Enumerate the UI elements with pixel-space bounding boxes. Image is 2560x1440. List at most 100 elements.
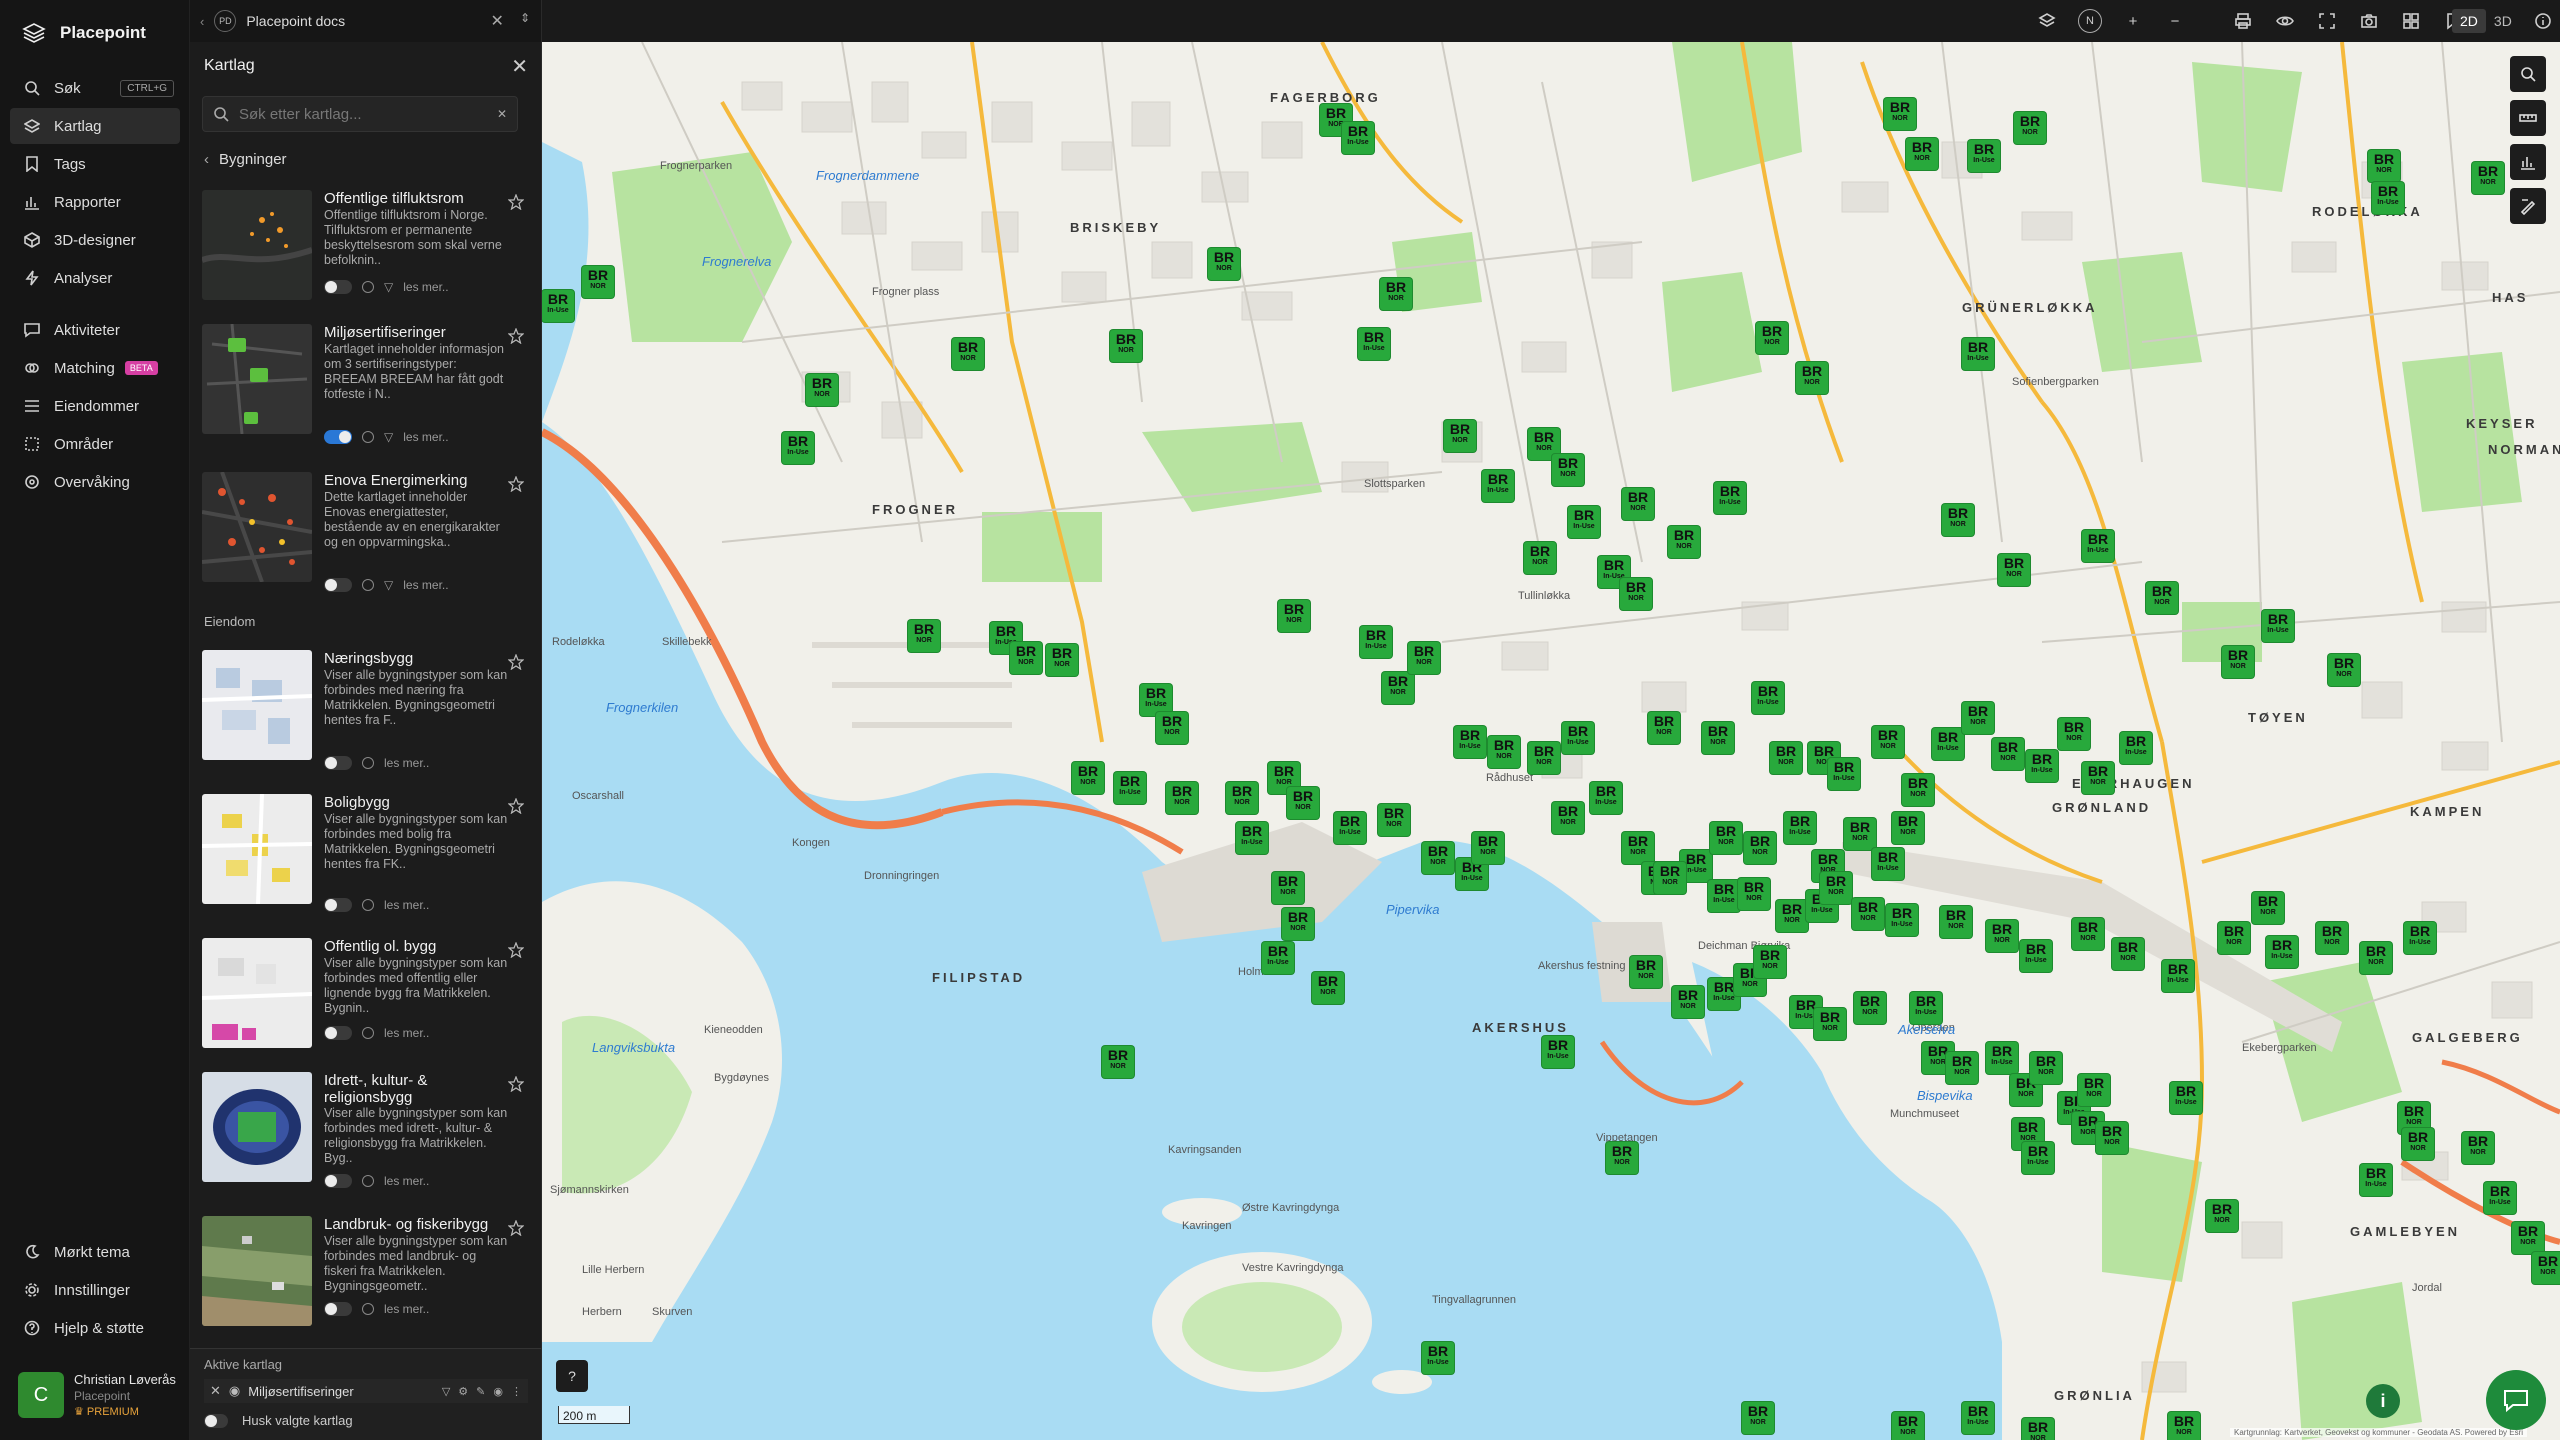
certification-marker[interactable]: BRNOR [1488, 736, 1520, 768]
certification-marker[interactable]: BRIn-Use [2484, 1182, 2516, 1214]
certification-marker[interactable]: BRIn-Use [2162, 960, 2194, 992]
certification-marker[interactable]: BRNOR [1378, 804, 1410, 836]
back-chevron-icon[interactable]: ‹ [204, 151, 209, 168]
visibility-icon[interactable]: ◉ [493, 1385, 503, 1398]
certification-marker[interactable]: BRNOR [582, 266, 614, 298]
certification-marker[interactable]: BRNOR [1992, 738, 2024, 770]
certification-marker[interactable]: BRIn-Use [1986, 1042, 2018, 1074]
certification-marker[interactable]: BRNOR [1986, 920, 2018, 952]
chart-tool-button[interactable] [2510, 144, 2546, 180]
read-more-link[interactable]: les mer.. [403, 280, 448, 294]
certification-marker[interactable]: BRIn-Use [782, 432, 814, 464]
nav-item-tags[interactable]: Tags [10, 146, 180, 182]
certification-marker[interactable]: BRNOR [1738, 878, 1770, 910]
certification-marker[interactable]: BRNOR [1892, 812, 1924, 844]
brand[interactable]: Placepoint [22, 20, 146, 46]
layer-card[interactable]: Miljøsertifiseringer Kartlaget inneholder… [202, 324, 528, 444]
certification-marker[interactable]: BRNOR [2058, 718, 2090, 750]
remember-layers[interactable]: Husk valgte kartlag [204, 1413, 353, 1428]
nav-item-hjelp-støtte[interactable]: Hjelp & støtte [10, 1310, 180, 1346]
certification-marker[interactable]: BRNOR [2022, 1418, 2054, 1440]
certification-marker[interactable]: BRIn-Use [2170, 1082, 2202, 1114]
certification-marker[interactable]: BRNOR [1272, 872, 1304, 904]
certification-marker[interactable]: BRNOR [1102, 1046, 1134, 1078]
close-doc-icon[interactable]: ✕ [491, 11, 504, 31]
nav-item-3d-designer[interactable]: 3D-designer [10, 222, 180, 258]
certification-marker[interactable]: BRIn-Use [2360, 1164, 2392, 1196]
layer-card[interactable]: Idrett-, kultur- & religionsbygg Viser al… [202, 1072, 528, 1192]
certification-marker[interactable]: BRNOR [1702, 722, 1734, 754]
certification-marker[interactable]: BRNOR [1208, 248, 1240, 280]
certification-marker[interactable]: BRNOR [2112, 938, 2144, 970]
nav-item-søk[interactable]: Søk CTRL+G [10, 70, 180, 106]
favorite-star-icon[interactable] [508, 194, 524, 210]
view-3d-button[interactable]: 3D [2486, 9, 2520, 33]
certification-marker[interactable]: BRNOR [2532, 1252, 2560, 1284]
certification-marker[interactable]: BRNOR [1744, 832, 1776, 864]
certification-marker[interactable]: BRNOR [1312, 972, 1344, 1004]
certification-marker[interactable]: BRNOR [1852, 898, 1884, 930]
layer-card[interactable]: Næringsbygg Viser alle bygningstyper som … [202, 650, 528, 770]
certification-marker[interactable]: BRNOR [1906, 138, 1938, 170]
certification-marker[interactable]: BRNOR [2206, 1200, 2238, 1232]
certification-marker[interactable]: BRNOR [1444, 420, 1476, 452]
certification-marker[interactable]: BRNOR [1776, 900, 1808, 932]
info-button[interactable]: i [2366, 1384, 2400, 1418]
certification-marker[interactable]: BRNOR [2512, 1222, 2544, 1254]
certification-marker[interactable]: BRNOR [952, 338, 984, 370]
certification-marker[interactable]: BRNOR [1872, 726, 1904, 758]
certification-marker[interactable]: BRIn-Use [1342, 122, 1374, 154]
nav-item-matching[interactable]: Matching BETA [10, 350, 180, 386]
measure-tool-button[interactable] [2510, 100, 2546, 136]
map-help-button[interactable]: ? [556, 1360, 588, 1392]
certification-marker[interactable]: BRNOR [1796, 362, 1828, 394]
filter-icon[interactable]: ▽ [384, 280, 393, 294]
certification-marker[interactable]: BRNOR [1902, 774, 1934, 806]
clear-search-icon[interactable]: ✕ [497, 107, 507, 121]
certification-marker[interactable]: BRNOR [1606, 1142, 1638, 1174]
certification-marker[interactable]: BRIn-Use [2262, 610, 2294, 642]
nav-item-overvåking[interactable]: Overvåking [10, 464, 180, 500]
layers-stack-icon[interactable] [2036, 10, 2058, 32]
user-profile[interactable]: C Christian Løverås Placepoint ♛ PREMIUM [18, 1372, 178, 1422]
layer-toggle[interactable] [324, 756, 352, 770]
certification-marker[interactable]: BRIn-Use [1358, 328, 1390, 360]
certification-marker[interactable]: BRNOR [1654, 862, 1686, 894]
breadcrumb[interactable]: ‹ Bygninger [204, 148, 287, 170]
layer-toggle[interactable] [324, 430, 352, 444]
nav-item-eiendommer[interactable]: Eiendommer [10, 388, 180, 424]
nav-item-mørkt-tema[interactable]: Mørkt tema [10, 1234, 180, 1270]
certification-marker[interactable]: BRIn-Use [1454, 726, 1486, 758]
certification-marker[interactable]: BRNOR [1072, 762, 1104, 794]
certification-marker[interactable]: BRNOR [1962, 702, 1994, 734]
camera-icon[interactable] [2358, 10, 2380, 32]
certification-marker[interactable]: BRNOR [2316, 922, 2348, 954]
draw-tool-button[interactable] [2510, 188, 2546, 224]
certification-marker[interactable]: BRIn-Use [1334, 812, 1366, 844]
certification-marker[interactable]: BRNOR [908, 620, 940, 652]
zoom-out-icon[interactable]: − [2164, 10, 2186, 32]
fullscreen-icon[interactable] [2316, 10, 2338, 32]
layer-toggle[interactable] [324, 578, 352, 592]
info-small-icon[interactable] [362, 757, 374, 769]
layer-toggle[interactable] [324, 1174, 352, 1188]
expand-doc-icon[interactable]: ⇕ [520, 11, 530, 31]
close-panel-icon[interactable]: ✕ [511, 54, 528, 79]
remove-layer-icon[interactable]: ✕ [210, 1383, 221, 1399]
certification-marker[interactable]: BRIn-Use [1262, 942, 1294, 974]
certification-marker[interactable]: BRIn-Use [1910, 992, 1942, 1024]
certification-marker[interactable]: BRNOR [1382, 672, 1414, 704]
select-tool-button[interactable] [2510, 56, 2546, 92]
certification-marker[interactable]: BRNOR [1630, 956, 1662, 988]
certification-marker[interactable]: BRIn-Use [1886, 904, 1918, 936]
certification-marker[interactable]: BRNOR [1814, 1008, 1846, 1040]
certification-marker[interactable]: BRIn-Use [542, 290, 574, 322]
certification-marker[interactable]: BRIn-Use [1360, 626, 1392, 658]
view-2d-button[interactable]: 2D [2452, 9, 2486, 33]
certification-marker[interactable]: BRNOR [1710, 822, 1742, 854]
certification-marker[interactable]: BRIn-Use [1568, 506, 1600, 538]
certification-marker[interactable]: BRNOR [1046, 644, 1078, 676]
certification-marker[interactable]: BRIn-Use [2082, 530, 2114, 562]
favorite-star-icon[interactable] [508, 328, 524, 344]
certification-marker[interactable]: BRNOR [2462, 1132, 2494, 1164]
